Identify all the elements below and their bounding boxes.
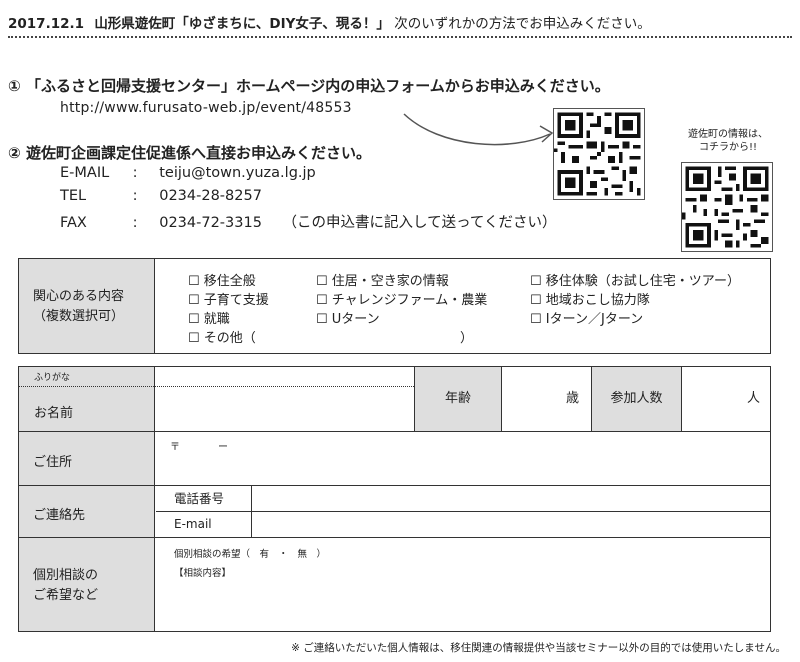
address-input[interactable]: 〒 ー bbox=[156, 432, 770, 485]
header-date: 2017.12.1 bbox=[8, 16, 85, 32]
option1-text: 「ふるさと回帰支援センター」ホームページ内の申込フォームからお申込みください。 bbox=[25, 77, 610, 95]
header-divider bbox=[8, 36, 792, 38]
arrow-icon bbox=[403, 113, 554, 146]
checkbox-childcare[interactable]: ☐ 子育て支援 bbox=[188, 289, 269, 308]
consult-input[interactable]: 個別相談の希望（ 有 ・ 無 ） 【相談内容】 bbox=[156, 538, 770, 631]
checkbox-relocation-general[interactable]: ☐ 移住全般 bbox=[188, 270, 256, 289]
age-label: 年齢 bbox=[414, 367, 502, 431]
contact-fax: 0234-72-3315 bbox=[159, 215, 262, 231]
furigana-divider bbox=[19, 386, 414, 387]
contact-label: ご連絡先 bbox=[19, 486, 155, 537]
interest-label: 関心のある内容 （複数選択可） bbox=[19, 259, 155, 353]
qr-code-town[interactable] bbox=[681, 162, 773, 252]
checkbox-regional-cooperation[interactable]: ☐ 地域おこし協力隊 bbox=[530, 289, 650, 308]
option1-number: ① bbox=[8, 77, 21, 95]
email-input[interactable] bbox=[253, 512, 770, 537]
name-label: お名前 bbox=[34, 406, 74, 421]
checkbox-challenge-farm[interactable]: ☐ チャレンジファーム・農業 bbox=[316, 289, 487, 308]
postal-dash: ー bbox=[218, 442, 228, 453]
consult-content-label: 【相談内容】 bbox=[174, 568, 232, 579]
furigana-input[interactable] bbox=[156, 368, 413, 385]
checkbox-relocation-trial[interactable]: ☐ 移住体験（お試し住宅・ツアー） bbox=[530, 270, 740, 289]
age-input[interactable]: 歳 bbox=[503, 367, 591, 431]
furigana-label: ふりがな bbox=[34, 373, 71, 383]
option1-url[interactable]: http://www.furusato-web.jp/event/48553 bbox=[60, 100, 352, 116]
contact-tel: 0234-28-8257 bbox=[159, 188, 262, 204]
address-label: ご住所 bbox=[19, 432, 155, 485]
checkbox-u-turn[interactable]: ☐ Uターン bbox=[316, 308, 380, 327]
qr-caption: 遊佐町の情報は、 コチラから!! bbox=[688, 129, 768, 153]
header-event: 山形県遊佐町「ゆざまちに、DIY女子、現る！」 bbox=[94, 16, 390, 32]
consult-wish: 個別相談の希望（ 有 ・ 無 ） bbox=[174, 549, 327, 560]
header-line: 2017.12.1 山形県遊佐町「ゆざまちに、DIY女子、現る！」 次のいずれか… bbox=[8, 12, 651, 32]
contact-row-tel: TEL : 0234-28-8257 bbox=[60, 188, 262, 204]
contact-row-email: E-MAIL : teiju@town.yuza.lg.jp bbox=[60, 165, 316, 181]
checkbox-other[interactable]: ☐ その他（ bbox=[188, 327, 256, 346]
participants-input[interactable]: 人 bbox=[682, 367, 770, 431]
header-instruction: 次のいずれかの方法でお申込みください。 bbox=[394, 16, 651, 32]
phone-input[interactable] bbox=[253, 486, 770, 511]
option2-text: 遊佐町企画課定住促進係へ直接お申込みください。 bbox=[25, 144, 371, 162]
other-close-paren: ） bbox=[460, 331, 474, 346]
option2-number: ② bbox=[8, 144, 21, 162]
checkbox-i-j-turn[interactable]: ☐ Iターン／Jターン bbox=[530, 308, 643, 327]
name-input[interactable] bbox=[156, 388, 413, 430]
contact-row-fax: FAX : 0234-72-3315 （この申込書に記入して送ってください） bbox=[60, 215, 557, 231]
qr-code-event[interactable] bbox=[553, 108, 645, 200]
checkbox-employment[interactable]: ☐ 就職 bbox=[188, 308, 230, 327]
checkbox-housing[interactable]: ☐ 住居・空き家の情報 bbox=[316, 270, 449, 289]
postal-mark: 〒 bbox=[170, 442, 180, 453]
fax-note: （この申込書に記入して送ってください） bbox=[282, 215, 557, 231]
participants-label: 参加人数 bbox=[591, 367, 682, 431]
privacy-note: ※ ご連絡いただいた個人情報は、移住関連の情報提供や当該セミナー以外の目的では使… bbox=[291, 642, 786, 654]
phone-label: 電話番号 bbox=[156, 486, 252, 511]
email-label: E-mail bbox=[156, 512, 252, 537]
option1-heading: ① 「ふるさと回帰支援センター」ホームページ内の申込フォームからお申込みください… bbox=[8, 75, 610, 96]
option2-heading: ② 遊佐町企画課定住促進係へ直接お申込みください。 bbox=[8, 142, 371, 163]
contact-email[interactable]: teiju@town.yuza.lg.jp bbox=[159, 165, 316, 181]
consult-label: 個別相談の ご希望など bbox=[19, 538, 155, 631]
